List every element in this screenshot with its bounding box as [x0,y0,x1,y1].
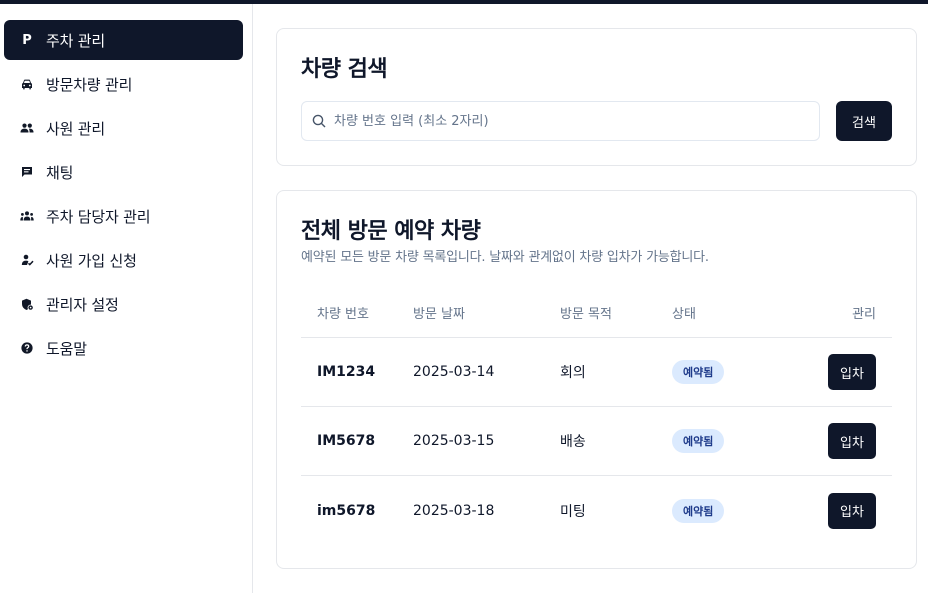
column-header-purpose: 방문 목적 [560,307,612,322]
admin-settings-icon [20,297,34,311]
status-badge: 예약됨 [672,360,725,384]
vehicle-search-card: 차량 검색 검색 [276,28,917,166]
sidebar-item-visitor-vehicles[interactable]: 방문차량 관리 [4,64,243,104]
plate-number: im5678 [317,502,376,519]
visit-purpose: 미팅 [560,503,586,520]
car-icon [20,77,34,91]
help-icon [20,341,34,355]
visit-date: 2025-03-18 [413,502,495,519]
sidebar-item-chat[interactable]: 채팅 [4,152,243,192]
sidebar-item-parking[interactable]: P 주차 관리 [4,20,243,60]
table-row: IM5678 2025-03-15 배송 예약됨 입차 [301,407,892,476]
visit-date: 2025-03-15 [413,433,495,449]
search-input[interactable] [334,113,804,129]
sidebar-item-label: 사원 가입 신청 [46,251,137,270]
sidebar: P 주차 관리 방문차량 관리 사원 관리 채팅 주차 담당자 관리 사원 가입… [0,4,253,593]
table-row: im5678 2025-03-18 미팅 예약됨 입차 [301,476,892,545]
status-badge: 예약됨 [672,498,725,523]
person-add-icon [20,253,34,267]
visit-purpose: 배송 [560,434,586,450]
column-header-manage: 관리 [852,307,876,322]
visit-purpose: 회의 [560,365,586,381]
column-header-status: 상태 [672,307,696,322]
sidebar-item-label: 주차 담당자 관리 [46,207,151,226]
sidebar-item-label: 채팅 [46,163,74,182]
sidebar-item-employees[interactable]: 사원 관리 [4,108,243,148]
reservations-card: 전체 방문 예약 차량 예약된 모든 방문 차량 목록입니다. 날짜와 관계없이… [276,190,917,569]
sidebar-item-help[interactable]: 도움말 [4,328,243,368]
status-badge: 예약됨 [672,429,725,453]
sidebar-item-label: 도움말 [46,339,87,358]
column-header-date: 방문 날짜 [413,307,465,322]
table-header: 차량 번호 방문 날짜 방문 목적 상태 관리 [301,288,892,338]
group-icon [20,209,34,223]
plate-number: IM5678 [317,433,376,449]
column-header-plate: 차량 번호 [317,307,369,322]
sidebar-item-label: 주차 관리 [46,31,105,50]
sidebar-item-parking-managers[interactable]: 주차 담당자 관리 [4,196,243,236]
search-card-title: 차량 검색 [301,57,388,82]
sidebar-item-admin-settings[interactable]: 관리자 설정 [4,284,243,324]
check-in-button[interactable]: 입차 [828,354,876,390]
search-field[interactable] [301,101,820,141]
chat-icon [20,165,34,179]
sidebar-item-label: 방문차량 관리 [46,75,133,94]
reservations-description: 예약된 모든 방문 차량 목록입니다. 날짜와 관계없이 차량 입차가 가능합니… [301,250,709,265]
table-row: IM1234 2025-03-14 회의 예약됨 입차 [301,338,892,407]
sidebar-item-signup-requests[interactable]: 사원 가입 신청 [4,240,243,280]
check-in-button[interactable]: 입차 [828,492,876,529]
search-icon [312,114,326,128]
sidebar-item-label: 관리자 설정 [46,295,119,314]
check-in-button[interactable]: 입차 [828,423,876,459]
search-button[interactable]: 검색 [836,101,892,141]
parking-icon: P [22,32,32,48]
sidebar-item-label: 사원 관리 [46,119,105,138]
reservations-table: 차량 번호 방문 날짜 방문 목적 상태 관리 IM1234 2025-03-1… [301,288,892,545]
plate-number: IM1234 [317,364,376,380]
people-icon [20,121,34,135]
reservations-title: 전체 방문 예약 차량 [301,219,481,244]
visit-date: 2025-03-14 [413,364,495,380]
